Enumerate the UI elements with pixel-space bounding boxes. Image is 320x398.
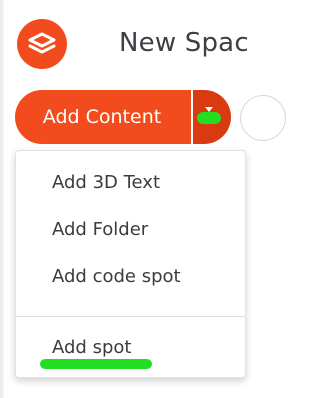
page-title: New Spac	[119, 28, 249, 58]
layers-logo-icon	[28, 32, 56, 54]
menu-divider	[16, 316, 245, 317]
menu-item-add-spot[interactable]: Add spot	[52, 337, 131, 358]
menu-item-add-3d-text[interactable]: Add 3D Text	[52, 172, 160, 193]
add-content-dropdown-toggle[interactable]	[191, 90, 231, 144]
highlight-marker	[197, 112, 221, 124]
caret-down-icon	[205, 107, 213, 112]
add-content-label: Add Content	[42, 106, 162, 128]
menu-item-add-folder[interactable]: Add Folder	[52, 219, 148, 240]
window-edge	[0, 0, 4, 398]
add-content-button[interactable]: Add Content	[15, 90, 191, 144]
add-content-menu: Add 3D Text Add Folder Add code spot Add…	[15, 150, 246, 378]
menu-item-add-code-spot[interactable]: Add code spot	[52, 266, 181, 287]
secondary-action-button[interactable]	[240, 95, 286, 141]
highlight-marker	[40, 359, 152, 369]
app-logo[interactable]	[17, 19, 67, 69]
